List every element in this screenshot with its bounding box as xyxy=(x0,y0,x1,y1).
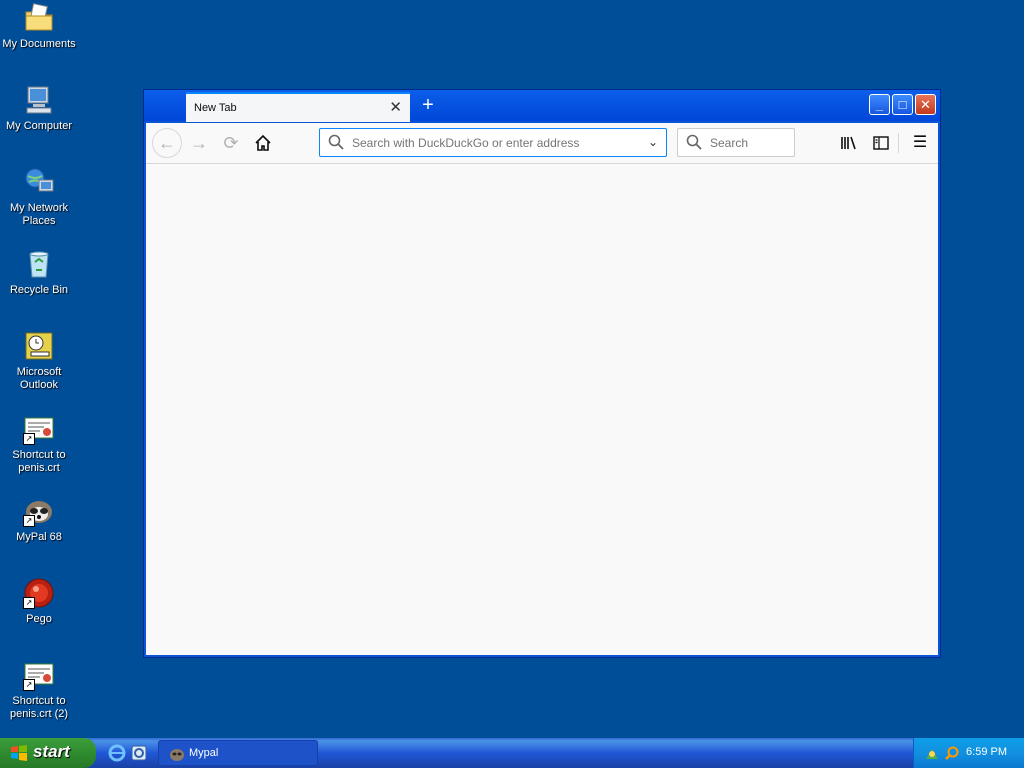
computer-icon xyxy=(23,84,55,116)
certificate-icon: ↗ xyxy=(23,659,55,691)
search-input[interactable] xyxy=(708,135,792,151)
folder-documents-icon xyxy=(23,2,55,34)
library-icon xyxy=(841,136,856,150)
arrow-left-icon: ← xyxy=(158,133,176,153)
desktop-icon-my-network-places[interactable]: My Network Places xyxy=(0,166,78,228)
arrow-right-icon: → xyxy=(190,133,208,153)
reload-button[interactable]: ⟳ xyxy=(218,131,244,155)
start-label: start xyxy=(33,742,70,761)
title-bar[interactable]: New Tab ✕ + _ □ ✕ xyxy=(144,90,940,122)
nav-toolbar: ← → ⟳ ⌄ ☰ xyxy=(146,123,938,164)
desktop-icon-label: Pego xyxy=(26,613,52,625)
page-content[interactable] xyxy=(146,164,938,655)
network-icon xyxy=(23,166,55,198)
quick-launch-icon[interactable] xyxy=(130,744,148,762)
sidebar-button[interactable] xyxy=(869,131,893,155)
desktop-icon-label: Shortcut to penis.crt xyxy=(12,449,66,474)
search-icon xyxy=(328,134,344,150)
browser-window: New Tab ✕ + _ □ ✕ ← → ⟳ ⌄ ☰ xyxy=(143,89,941,658)
desktop-icon-recycle-bin[interactable]: Recycle Bin xyxy=(0,248,78,297)
internet-explorer-icon[interactable] xyxy=(108,744,126,762)
close-window-button[interactable]: ✕ xyxy=(915,94,936,115)
forward-button[interactable]: → xyxy=(186,131,212,155)
desktop-icon-label: My Network Places xyxy=(9,202,69,227)
home-button[interactable] xyxy=(250,131,276,155)
chevron-down-icon[interactable]: ⌄ xyxy=(648,135,658,149)
desktop-icon-my-computer[interactable]: My Computer xyxy=(0,84,78,133)
shortcut-arrow-icon: ↗ xyxy=(23,679,35,691)
tab-new-tab[interactable]: New Tab ✕ xyxy=(186,92,410,122)
maximize-icon: □ xyxy=(898,97,907,112)
new-tab-button[interactable]: + xyxy=(418,93,438,117)
reload-icon: ⟳ xyxy=(223,133,239,153)
minimize-button[interactable]: _ xyxy=(869,94,890,115)
start-button[interactable]: start xyxy=(0,738,96,768)
url-input[interactable] xyxy=(350,135,634,151)
search-bar[interactable] xyxy=(677,128,795,157)
search-tray-icon[interactable] xyxy=(944,745,960,761)
library-button[interactable] xyxy=(837,131,861,155)
close-tab-icon[interactable]: ✕ xyxy=(389,98,402,116)
windows-logo-icon xyxy=(11,745,27,761)
desktop-icon-label: MyPal 68 xyxy=(16,531,62,543)
certificate-icon: ↗ xyxy=(23,413,55,445)
shortcut-arrow-icon: ↗ xyxy=(23,515,35,527)
clock: 6:59 PM xyxy=(966,746,1007,758)
sidebar-icon xyxy=(873,136,889,150)
taskbar-button-label: Mypal xyxy=(189,747,219,759)
desktop-icon-pego[interactable]: ↗ Pego xyxy=(0,577,78,626)
desktop-icon-mypal-68[interactable]: ↗ MyPal 68 xyxy=(0,495,78,544)
outlook-icon xyxy=(23,330,55,362)
desktop-icon-microsoft-outlook[interactable]: Microsoft Outlook xyxy=(0,330,78,392)
taskbar-button-mypal[interactable]: Mypal xyxy=(158,740,318,766)
desktop-icon-shortcut-penis-crt[interactable]: ↗ Shortcut to penis.crt xyxy=(0,413,78,475)
shortcut-arrow-icon: ↗ xyxy=(23,433,35,445)
hamburger-icon: ☰ xyxy=(912,134,928,151)
desktop-icon-label: Microsoft Outlook xyxy=(16,366,62,391)
mypal-icon xyxy=(170,749,184,761)
minimize-icon: _ xyxy=(875,97,884,112)
maximize-button[interactable]: □ xyxy=(892,94,913,115)
desktop-icon-my-documents[interactable]: My Documents xyxy=(0,2,78,51)
desktop-icon-label: My Documents xyxy=(2,38,76,50)
menu-button[interactable]: ☰ xyxy=(908,131,932,155)
search-icon xyxy=(686,134,702,150)
taskbar: start Mypal 6:59 PM xyxy=(0,738,1024,768)
desktop-icon-label: My Computer xyxy=(5,120,73,132)
url-bar[interactable]: ⌄ xyxy=(319,128,667,157)
pego-icon: ↗ xyxy=(23,577,55,609)
tab-title: New Tab xyxy=(194,102,237,114)
shortcut-arrow-icon: ↗ xyxy=(23,597,35,609)
desktop-icon-label: Shortcut to penis.crt (2) xyxy=(9,695,69,720)
close-icon: ✕ xyxy=(920,97,931,112)
desktop-icon-shortcut-penis-crt-2[interactable]: ↗ Shortcut to penis.crt (2) xyxy=(0,659,78,721)
network-tray-icon[interactable] xyxy=(924,745,940,761)
system-tray: 6:59 PM xyxy=(913,738,1024,768)
home-icon xyxy=(255,134,271,151)
desktop-icon-label: Recycle Bin xyxy=(9,284,69,296)
mypal-icon: ↗ xyxy=(23,495,55,527)
recycle-bin-icon xyxy=(23,248,55,280)
back-button[interactable]: ← xyxy=(152,128,182,158)
toolbar-separator xyxy=(898,133,899,153)
